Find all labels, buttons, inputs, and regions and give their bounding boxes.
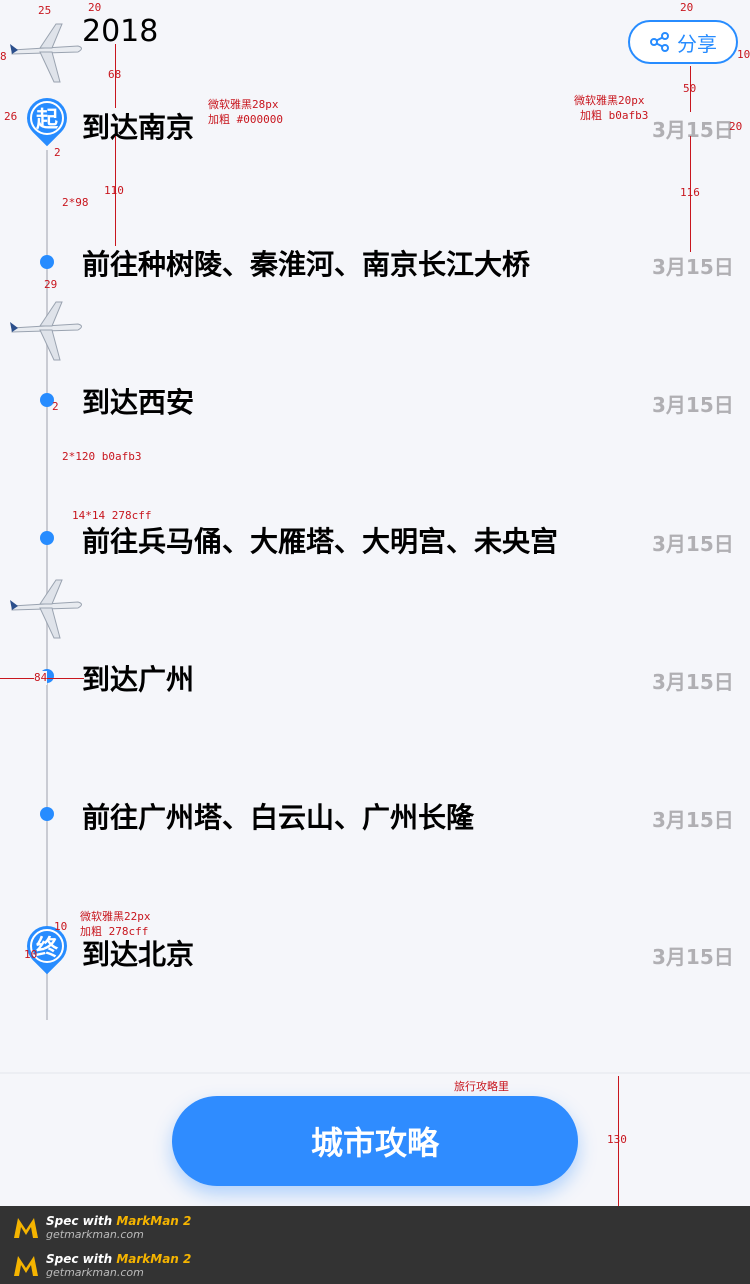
timeline-item-title[interactable]: 到达北京 (82, 933, 194, 973)
spec-measure: 20 (88, 1, 102, 14)
airplane-icon (10, 579, 82, 639)
spec-measure: 10 (737, 48, 750, 61)
spec-line (690, 66, 691, 112)
timeline-item-date: 3月15日 (652, 532, 734, 556)
spec-line (115, 44, 116, 108)
spec-measure: 25 (38, 4, 52, 17)
spec-measure: 2 (54, 146, 61, 159)
timeline-item-date: 3月15日 (652, 393, 734, 417)
city-guide-button[interactable]: 城市攻略 (172, 1096, 578, 1186)
share-button[interactable]: 分享 (628, 20, 738, 64)
markman-prefix: Spec with (46, 1252, 117, 1266)
spec-note: 加粗 278cff (80, 925, 149, 938)
markman-prefix: Spec with (46, 1214, 117, 1228)
markman-brand: MarkMan 2 (116, 1252, 192, 1266)
markman-footer: Spec with MarkMan 2 getmarkman.com Spec … (0, 1206, 750, 1284)
timeline-item-date: 3月15日 (652, 945, 734, 969)
timeline-item-title[interactable]: 前往广州塔、白云山、广州长隆 (82, 796, 474, 836)
share-icon (650, 32, 669, 52)
spec-note: 微软雅黑20px (574, 94, 645, 107)
timeline-item-title[interactable]: 前往兵马俑、大雁塔、大明宫、未央宫 (82, 520, 558, 560)
spec-measure: 10 (24, 948, 38, 961)
timeline-item-title[interactable]: 到达南京 (82, 106, 194, 146)
year-label: 2018 (82, 14, 159, 49)
spec-measure: 20 (729, 120, 743, 133)
spec-measure: 130 (607, 1133, 627, 1146)
spec-measure: 29 (44, 278, 58, 291)
spec-note: 加粗 #000000 (208, 113, 283, 126)
spec-note: 旅行攻略里 (454, 1080, 509, 1093)
spec-note: 微软雅黑28px (208, 98, 279, 111)
timeline-dot (40, 255, 54, 269)
spec-measure: 10 (54, 920, 68, 933)
spec-note: 14*14 278cff (72, 509, 152, 522)
start-pin-label: 起 (30, 101, 64, 135)
timeline-item-title[interactable]: 到达西安 (82, 381, 194, 421)
spec-measure: 20 (680, 1, 694, 14)
timeline-item-date: 3月15日 (652, 808, 734, 832)
markman-logo-icon (14, 1217, 38, 1238)
markman-site: getmarkman.com (46, 1266, 144, 1279)
spec-note: 加粗 b0afb3 (580, 109, 649, 122)
markman-credit: Spec with MarkMan 2 getmarkman.com (12, 1252, 191, 1279)
spec-measure: 2 (52, 400, 59, 413)
airplane-icon (10, 301, 82, 361)
timeline-item-date: 3月15日 (652, 255, 734, 279)
timeline-item-date: 3月15日 (652, 118, 734, 142)
start-pin-icon: 起 (18, 89, 76, 147)
spec-measure: 110 (104, 184, 124, 197)
timeline-item-title[interactable]: 前往种树陵、秦淮河、南京长江大桥 (82, 243, 530, 283)
markman-site: getmarkman.com (46, 1228, 144, 1241)
spec-note: 微软雅黑22px (80, 910, 151, 923)
timeline-item-title[interactable]: 到达广州 (82, 658, 194, 698)
spec-note: 2*120 b0afb3 (62, 450, 142, 463)
markman-brand: MarkMan 2 (116, 1214, 192, 1228)
timeline-dot (40, 531, 54, 545)
share-label: 分享 (677, 31, 717, 56)
timeline-dot (40, 807, 54, 821)
spec-note: 2*98 (62, 196, 89, 209)
spec-measure: 26 (4, 110, 18, 123)
spec-line (690, 136, 691, 252)
spec-line (115, 136, 116, 246)
spec-measure: 84 (34, 671, 48, 685)
timeline-item-date: 3月15日 (652, 670, 734, 694)
markman-logo-icon (14, 1255, 38, 1276)
markman-credit: Spec with MarkMan 2 getmarkman.com (12, 1214, 191, 1241)
airplane-icon (10, 23, 82, 83)
spec-measure: 8 (0, 50, 7, 63)
